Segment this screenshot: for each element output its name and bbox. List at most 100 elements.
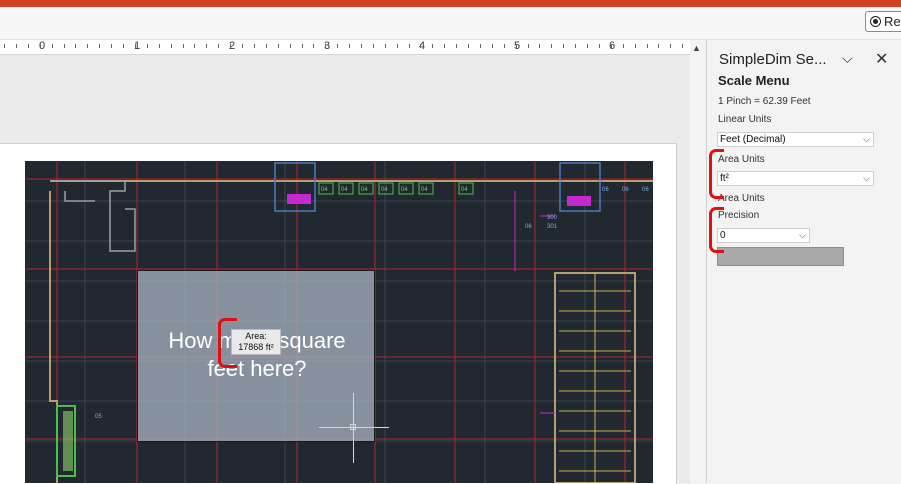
red-highlight-bracket bbox=[218, 318, 237, 368]
ruler-tick bbox=[147, 44, 148, 48]
plan-tag: 04 bbox=[421, 187, 428, 193]
close-icon[interactable]: ✕ bbox=[875, 49, 888, 69]
ruler-tick bbox=[230, 44, 231, 48]
plan-tag: 06 bbox=[642, 187, 649, 193]
area-units-select[interactable]: ft² ⌵ bbox=[717, 171, 874, 186]
radio-icon bbox=[870, 16, 881, 27]
ruler-tick bbox=[432, 44, 433, 48]
ruler-tick bbox=[468, 44, 469, 48]
plan-tag: 06 bbox=[525, 224, 532, 230]
chevron-down-icon[interactable]: ⌵ bbox=[842, 50, 853, 67]
plan-tag: 04 bbox=[461, 187, 468, 193]
scroll-up-icon[interactable]: ▲ bbox=[692, 43, 701, 53]
plan-tag: 04 bbox=[381, 187, 388, 193]
ruler-tick bbox=[599, 44, 600, 48]
ruler-tick bbox=[420, 44, 421, 48]
ruler-tick bbox=[218, 44, 219, 48]
ruler-tick bbox=[349, 44, 350, 48]
precision-select[interactable]: 0 ⌵ bbox=[717, 228, 810, 243]
record-button[interactable]: Re bbox=[865, 11, 901, 32]
ruler-tick bbox=[266, 44, 267, 48]
ruler-tick bbox=[492, 44, 493, 48]
ruler-tick bbox=[171, 44, 172, 48]
linear-units-select[interactable]: Feet (Decimal) ⌵ bbox=[717, 132, 874, 147]
ruler-tick bbox=[206, 44, 207, 48]
plan-tag: 300 bbox=[547, 215, 558, 221]
ruler-tick bbox=[290, 44, 291, 48]
chevron-down-icon: ⌵ bbox=[799, 230, 806, 240]
ruler-tick bbox=[361, 44, 362, 48]
ruler-tick bbox=[16, 44, 17, 48]
ruler-tick bbox=[135, 44, 136, 48]
ruler-tick bbox=[75, 44, 76, 48]
horizontal-ruler: 0 1 2 3 4 5 6 bbox=[0, 40, 690, 55]
ruler-tick bbox=[409, 44, 410, 48]
section-title: Scale Menu bbox=[718, 73, 790, 88]
ruler-tick bbox=[611, 44, 612, 48]
ruler-tick bbox=[40, 44, 41, 48]
ruler-tick bbox=[575, 44, 576, 48]
area-tooltip: Area: 17868 ft² bbox=[231, 329, 281, 355]
ruler-tick bbox=[123, 44, 124, 48]
area-units-label-2: Area Units bbox=[718, 193, 765, 204]
ruler-tick bbox=[397, 44, 398, 48]
plan-tag: 04 bbox=[361, 187, 368, 193]
tooltip-value: 17868 ft² bbox=[238, 342, 274, 352]
ruler-tick bbox=[325, 44, 326, 48]
ruler-tick bbox=[658, 44, 659, 48]
ruler-number: 5 bbox=[514, 40, 521, 52]
red-highlight-bracket bbox=[709, 207, 724, 253]
vertical-scrollbar[interactable]: ▲ bbox=[690, 40, 705, 483]
chevron-down-icon: ⌵ bbox=[863, 173, 870, 183]
apply-button[interactable] bbox=[717, 247, 844, 266]
ruler-tick bbox=[516, 44, 517, 48]
ruler-tick bbox=[635, 44, 636, 48]
ruler-number: 6 bbox=[609, 40, 616, 52]
pane-title: SimpleDim Se... bbox=[719, 51, 827, 68]
ruler-tick bbox=[373, 44, 374, 48]
linear-units-label: Linear Units bbox=[718, 114, 772, 125]
ruler-tick bbox=[623, 44, 624, 48]
ruler-tick bbox=[480, 44, 481, 48]
tooltip-label: Area: bbox=[245, 331, 267, 341]
ruler-tick bbox=[111, 44, 112, 48]
ruler-tick bbox=[52, 44, 53, 48]
ruler-tick bbox=[385, 44, 386, 48]
ruler-tick bbox=[670, 44, 671, 48]
plan-tag: 04 bbox=[321, 187, 328, 193]
ruler-tick bbox=[99, 44, 100, 48]
plan-tag: 05 bbox=[95, 414, 102, 420]
ruler-tick bbox=[4, 44, 5, 48]
ruler-tick bbox=[456, 44, 457, 48]
ruler-tick bbox=[87, 44, 88, 48]
chevron-down-icon: ⌵ bbox=[863, 134, 870, 144]
question-line: feet here? bbox=[207, 356, 307, 381]
plan-tag: 06 bbox=[602, 187, 609, 193]
ruler-tick bbox=[682, 44, 683, 48]
scale-text: 1 Pinch = 62.39 Feet bbox=[718, 96, 811, 107]
linear-units-value: Feet (Decimal) bbox=[720, 134, 786, 145]
red-highlight-bracket bbox=[709, 149, 724, 199]
precision-label: Precision bbox=[718, 210, 760, 221]
toolbar bbox=[0, 7, 901, 40]
ruler-tick bbox=[242, 44, 243, 48]
ruler-tick bbox=[64, 44, 65, 48]
ribbon-accent-bar bbox=[0, 0, 901, 7]
ruler-tick bbox=[183, 44, 184, 48]
ruler-tick bbox=[302, 44, 303, 48]
plan-tag: 301 bbox=[547, 224, 558, 230]
plan-tag: 04 bbox=[401, 187, 408, 193]
ruler-tick bbox=[313, 44, 314, 48]
ruler-tick bbox=[528, 44, 529, 48]
plan-tag: 04 bbox=[341, 187, 348, 193]
record-label: Re bbox=[884, 14, 901, 29]
plan-tag: 06 bbox=[622, 187, 629, 193]
ruler-tick bbox=[159, 44, 160, 48]
ruler-tick bbox=[254, 44, 255, 48]
crosshair-cursor-center bbox=[350, 424, 356, 430]
ruler-tick bbox=[28, 44, 29, 48]
ruler-tick bbox=[194, 44, 195, 48]
ruler-tick bbox=[444, 44, 445, 48]
ruler-tick bbox=[504, 44, 505, 48]
ruler-tick bbox=[539, 44, 540, 48]
